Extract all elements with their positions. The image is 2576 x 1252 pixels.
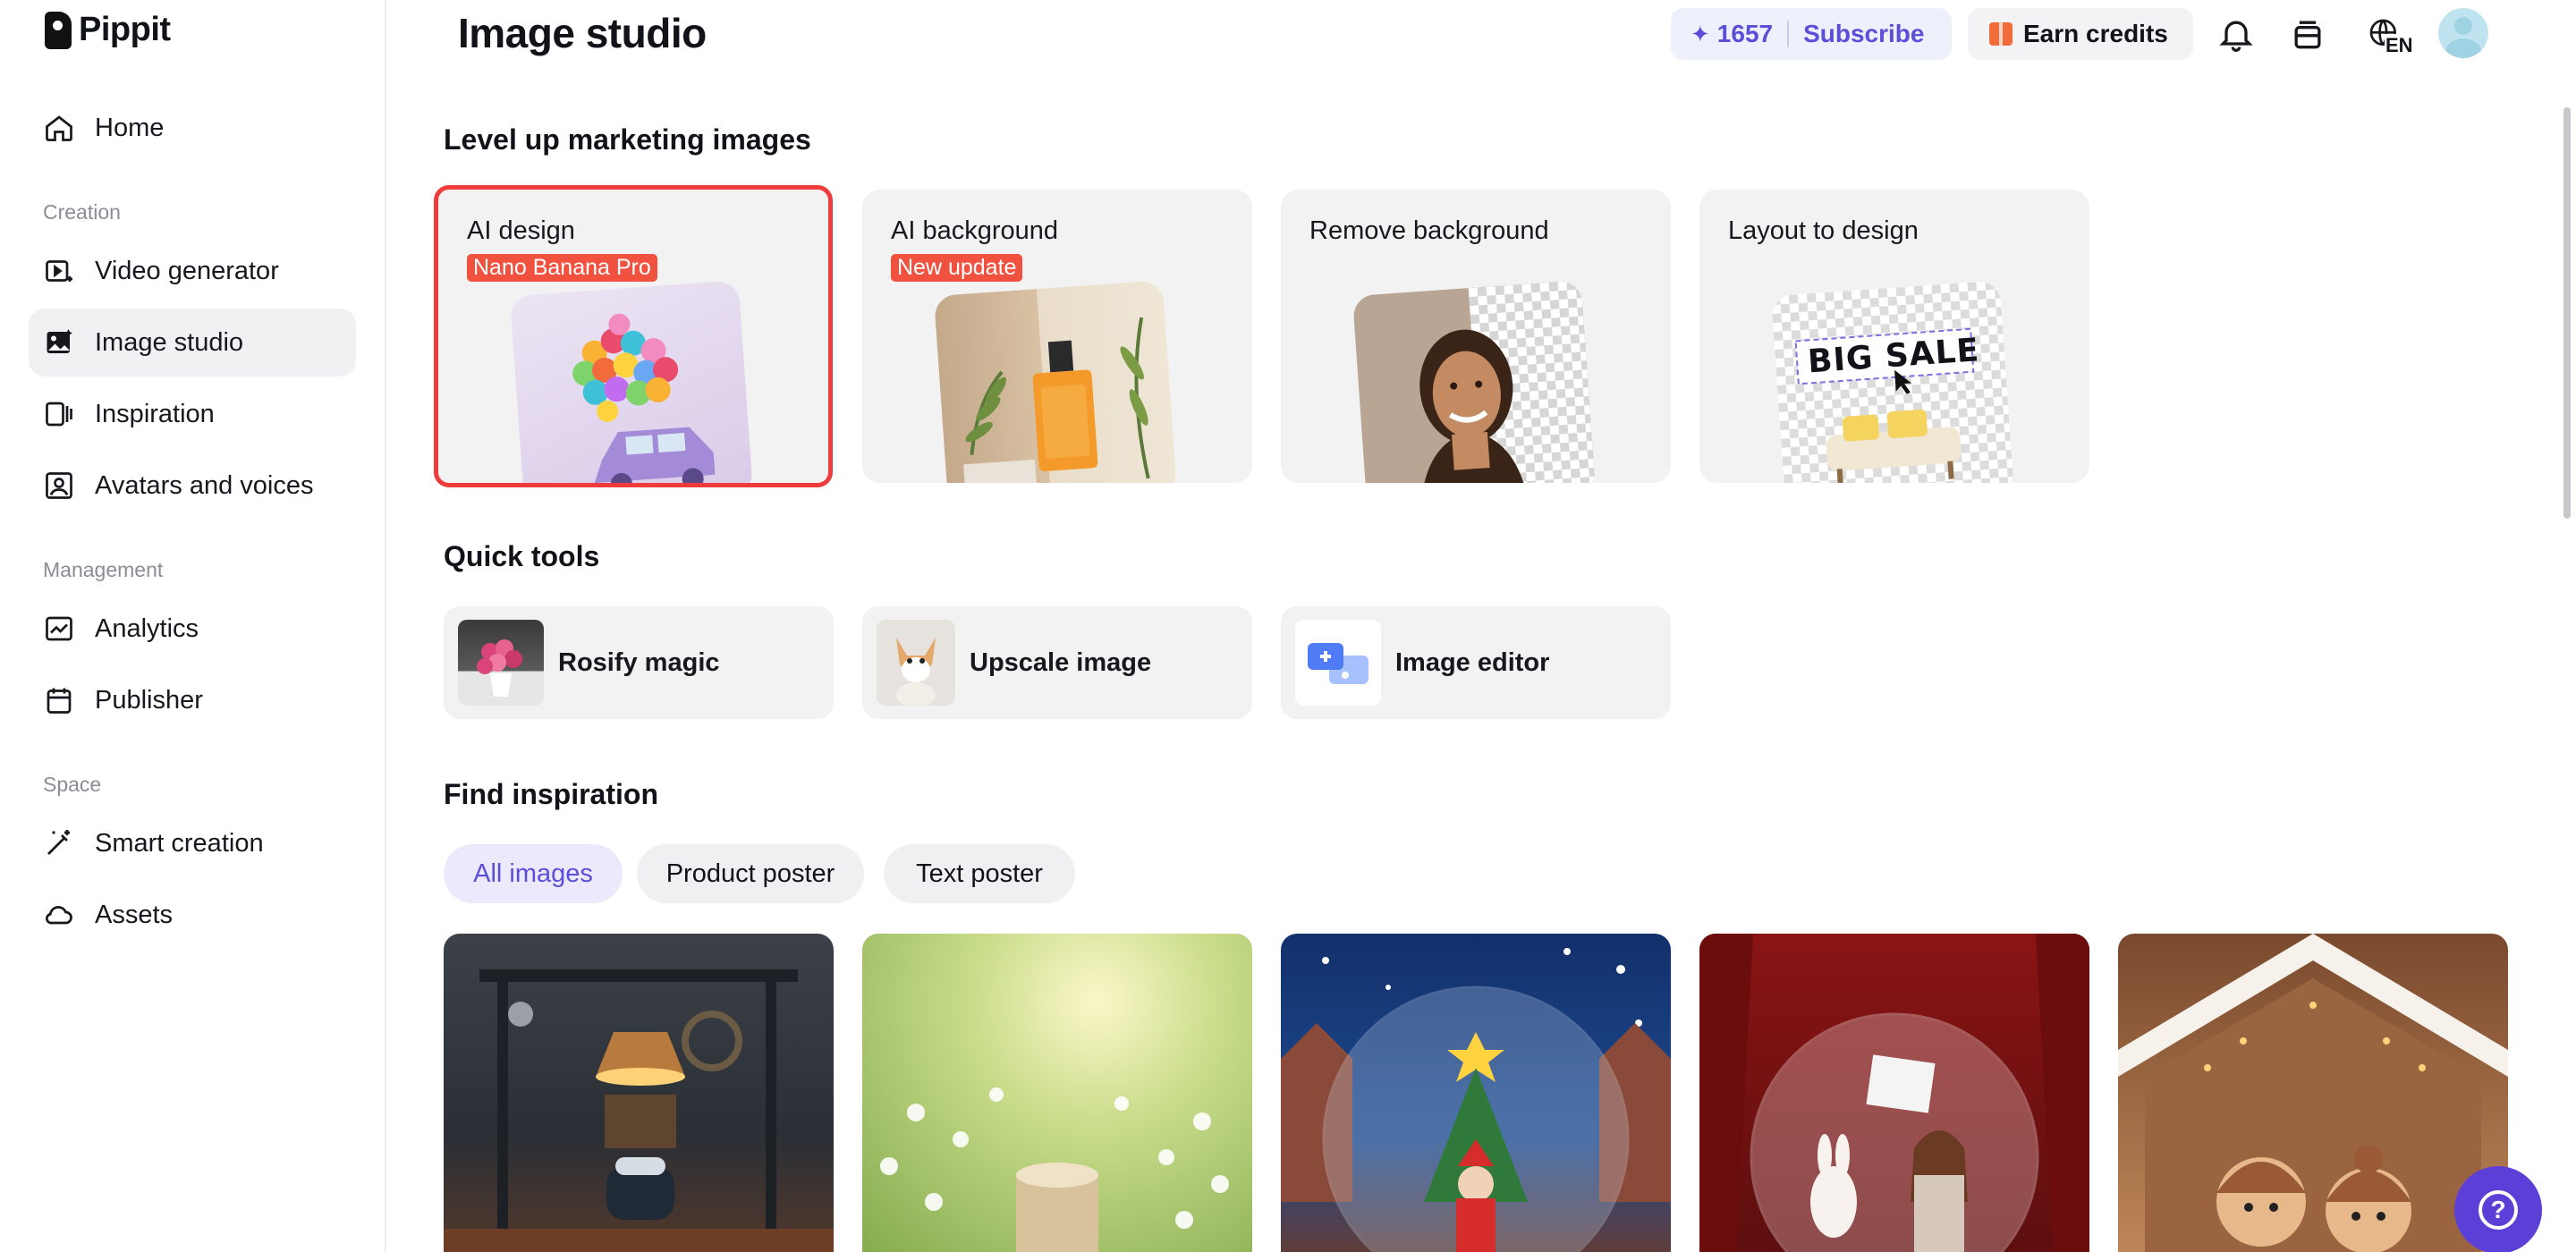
remove-background-thumbnail [1352, 280, 1597, 483]
sidebar-item-video-generator[interactable]: Video generator [29, 237, 356, 305]
sidebar-item-home[interactable]: Home [29, 94, 356, 162]
quick-tool-rosify-magic[interactable]: Rosify magic [444, 606, 834, 719]
sidebar-item-inspiration[interactable]: Inspiration [29, 380, 356, 448]
logo-text: Pippit [79, 11, 171, 48]
inspiration-card[interactable] [2118, 934, 2508, 1252]
logo-icon [45, 11, 72, 49]
quick-tool-label: Upscale image [970, 647, 1152, 677]
feature-card-label: AI design [467, 216, 575, 245]
section-title-marketing: Level up marketing images [444, 123, 811, 156]
feature-badge: New update [891, 254, 1023, 282]
feature-card-label: Layout to design [1728, 216, 1919, 245]
sparkle-icon: ✦ [1690, 20, 1710, 47]
user-avatar[interactable] [2438, 8, 2488, 58]
quick-tool-label: Image editor [1395, 647, 1550, 677]
section-title-quick-tools: Quick tools [444, 540, 600, 572]
analytics-icon [43, 613, 75, 645]
sidebar: Pippit Home Creation Video generator Ima… [0, 0, 386, 1252]
quick-tool-upscale-image[interactable]: Upscale image [862, 606, 1252, 719]
image-editor-icon [1295, 620, 1381, 706]
language-globe-icon[interactable]: EN [2358, 13, 2414, 57]
ai-design-thumbnail [509, 280, 754, 483]
sidebar-item-label: Analytics [95, 613, 199, 643]
inspiration-card[interactable] [1281, 934, 1671, 1252]
rosify-thumbnail [458, 620, 544, 706]
sidebar-item-label: Home [95, 113, 165, 142]
cloud-icon [43, 899, 75, 931]
filter-all-images[interactable]: All images [444, 844, 623, 903]
layout-to-design-thumbnail: BIG SALE [1770, 280, 2015, 483]
feature-card-label: Remove background [1309, 216, 1549, 245]
image-studio-icon [43, 326, 75, 359]
layers-icon[interactable] [2286, 13, 2329, 55]
scrollbar[interactable] [2563, 107, 2571, 519]
sidebar-item-label: Avatars and voices [95, 470, 314, 500]
sidebar-item-label: Publisher [95, 685, 203, 715]
home-icon [43, 112, 75, 144]
sidebar-item-label: Assets [95, 900, 174, 929]
section-label-creation: Creation [43, 200, 121, 224]
feature-badge: Nano Banana Pro [467, 254, 657, 282]
filter-text-poster[interactable]: Text poster [884, 844, 1075, 903]
feature-card-ai-design[interactable]: AI design Nano Banana Pro [434, 185, 833, 487]
sidebar-item-analytics[interactable]: Analytics [29, 595, 356, 663]
gift-icon [1989, 22, 2012, 46]
feature-card-remove-background[interactable]: Remove background [1281, 190, 1671, 483]
feature-card-ai-background[interactable]: AI background New update [862, 190, 1252, 483]
sidebar-item-smart-creation[interactable]: Smart creation [29, 809, 356, 877]
inspiration-card[interactable] [1699, 934, 2089, 1252]
earn-credits-button[interactable]: Earn credits [1968, 8, 2193, 60]
sidebar-item-label: Video generator [95, 256, 279, 285]
inspiration-card[interactable] [862, 934, 1252, 1252]
feature-card-layout-to-design[interactable]: BIG SALE Layout to design [1699, 190, 2089, 483]
quick-tool-image-editor[interactable]: Image editor [1281, 606, 1671, 719]
divider [1787, 21, 1790, 47]
bell-icon[interactable] [2215, 13, 2258, 55]
credits-value: 1657 [1716, 20, 1774, 47]
sidebar-item-assets[interactable]: Assets [29, 881, 356, 949]
help-question-icon: ? [2479, 1190, 2518, 1230]
app-logo[interactable]: Pippit [45, 11, 171, 49]
page-title: Image studio [458, 10, 707, 56]
subscribe-button[interactable]: Subscribe [1803, 20, 1924, 48]
sidebar-item-label: Inspiration [95, 399, 215, 428]
magic-wand-icon [43, 827, 75, 859]
section-title-inspiration: Find inspiration [444, 778, 658, 810]
earn-credits-label: Earn credits [2023, 20, 2168, 47]
sidebar-item-label: Image studio [95, 327, 244, 357]
section-label-space: Space [43, 773, 102, 796]
language-code: EN [2385, 34, 2414, 57]
feature-card-label: AI background [891, 216, 1059, 245]
sidebar-item-publisher[interactable]: Publisher [29, 666, 356, 734]
ai-background-thumbnail [933, 280, 1178, 483]
inspiration-card[interactable] [444, 934, 834, 1252]
avatar-icon [43, 470, 75, 502]
sidebar-item-image-studio[interactable]: Image studio [29, 309, 356, 376]
quick-tool-label: Rosify magic [558, 647, 720, 677]
section-label-management: Management [43, 558, 164, 581]
filter-product-poster[interactable]: Product poster [637, 844, 864, 903]
sidebar-item-label: Smart creation [95, 828, 264, 858]
help-button[interactable]: ? [2454, 1166, 2542, 1252]
calendar-icon [43, 684, 75, 716]
sidebar-item-avatars[interactable]: Avatars and voices [29, 452, 356, 520]
upscale-thumbnail [877, 620, 955, 706]
video-generator-icon [43, 255, 75, 287]
inspiration-icon [43, 398, 75, 430]
credits-badge[interactable]: ✦ 1657 Subscribe [1671, 8, 1952, 60]
